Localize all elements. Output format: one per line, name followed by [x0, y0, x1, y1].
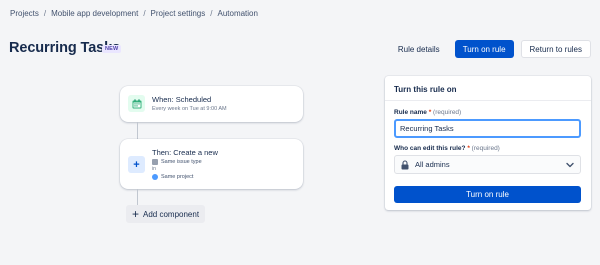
breadcrumb-item-automation[interactable]: Automation — [217, 9, 257, 18]
action-card[interactable]: + Then: Create a new Same issue type in … — [120, 139, 303, 189]
in-label: in — [152, 166, 156, 172]
project-icon — [152, 174, 158, 180]
breadcrumb-item-mobile-app-development[interactable]: Mobile app development — [51, 9, 138, 18]
breadcrumb-separator: / — [143, 9, 146, 18]
flow-connector — [137, 189, 138, 205]
new-badge: NEW — [102, 45, 122, 53]
flow-connector — [137, 122, 138, 139]
plus-icon: + — [132, 207, 140, 221]
add-component-button[interactable]: + Add component — [126, 205, 206, 223]
trigger-card[interactable]: When: Scheduled Every week on Tue at 9:0… — [120, 86, 303, 122]
issue-type-chip: Same issue type — [152, 159, 218, 165]
lock-icon — [401, 159, 409, 170]
issue-type-icon — [152, 159, 158, 165]
rule-details-button[interactable]: Rule details — [390, 40, 448, 58]
trigger-title: When: Scheduled — [152, 95, 212, 104]
action-title: Then: Create a new — [152, 148, 218, 157]
who-can-edit-select[interactable]: All admins — [394, 155, 581, 174]
header-actions: Rule details Turn on rule Return to rule… — [390, 40, 591, 58]
rule-name-label: Rule name * (required) — [394, 109, 462, 116]
issue-type-label: Same issue type — [161, 159, 202, 165]
breadcrumb-item-project-settings[interactable]: Project settings — [151, 9, 206, 18]
turn-on-rule-panel: Turn this rule on Rule name * (required)… — [385, 76, 591, 210]
add-component-label: Add component — [143, 209, 200, 219]
turn-on-rule-button[interactable]: Turn on rule — [454, 40, 514, 58]
project-label: Same project — [161, 174, 194, 180]
rule-name-input[interactable] — [394, 119, 581, 138]
who-can-edit-value: All admins — [415, 160, 450, 169]
trigger-schedule: Every week on Tue at 9:00 AM — [152, 106, 227, 112]
chevron-down-icon — [566, 162, 574, 168]
panel-title: Turn this rule on — [394, 85, 457, 94]
breadcrumb-separator: / — [43, 9, 47, 18]
breadcrumb-separator: / — [210, 9, 213, 18]
plus-icon: + — [128, 156, 145, 173]
panel-divider — [385, 100, 591, 101]
project-chip: Same project — [152, 174, 218, 180]
panel-turn-on-rule-button[interactable]: Turn on rule — [394, 186, 581, 203]
calendar-icon — [128, 95, 145, 112]
breadcrumb: Projects / Mobile app development / Proj… — [10, 9, 258, 18]
return-to-rules-button[interactable]: Return to rules — [520, 40, 591, 58]
breadcrumb-item-projects[interactable]: Projects — [10, 9, 39, 18]
who-can-edit-label: Who can edit this rule? * (required) — [394, 145, 500, 152]
